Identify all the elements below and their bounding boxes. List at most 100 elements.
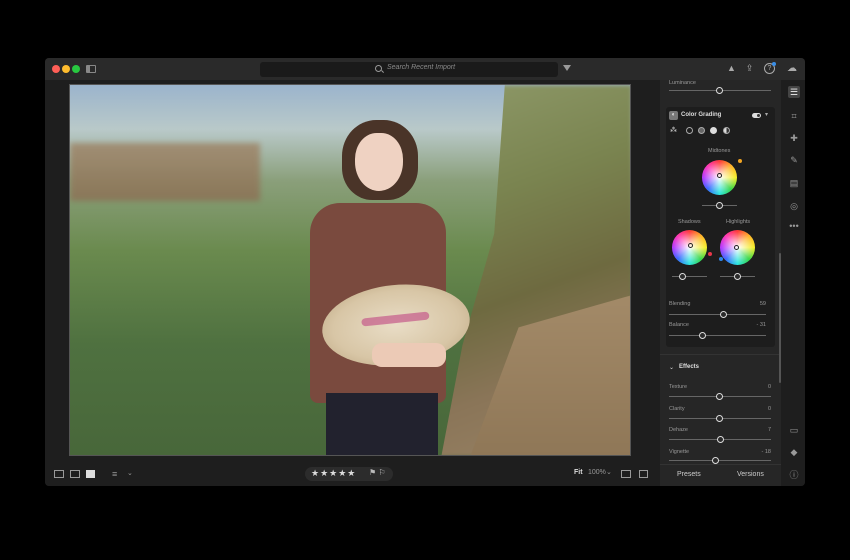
three-way-mode-icon[interactable]: ⁂ <box>670 127 677 134</box>
search-placeholder: Search Recent Import <box>387 64 456 71</box>
app-window: Search Recent Import ▲ ⇪ ? ☁ ≡ ⌄ ★★★★★ ⚑… <box>45 58 805 486</box>
vignette-slider-track[interactable] <box>669 460 771 461</box>
dehaze-value[interactable]: 7 <box>751 427 771 433</box>
midtones-mode-icon[interactable] <box>698 127 705 134</box>
midtones-luminance-knob[interactable] <box>716 202 723 209</box>
panel-scrollbar[interactable] <box>779 253 781 383</box>
highlights-hue-marker <box>719 257 723 261</box>
square-grid-icon[interactable] <box>70 470 80 478</box>
radial-icon[interactable]: ◎ <box>788 200 800 212</box>
shadows-color-wheel[interactable] <box>672 230 707 265</box>
highlights-luminance-knob[interactable] <box>734 273 741 280</box>
rating-flag-group: ★★★★★ ⚑ ⚐ <box>305 467 393 481</box>
shadows-luminance-knob[interactable] <box>679 273 686 280</box>
more-icon[interactable]: ••• <box>788 220 800 232</box>
texture-slider-knob[interactable] <box>716 393 723 400</box>
balance-value[interactable]: - 31 <box>746 322 766 328</box>
clarity-label: Clarity <box>669 406 685 412</box>
global-mode-icon[interactable] <box>723 127 730 134</box>
clarity-value[interactable]: 0 <box>751 406 771 412</box>
highlights-color-wheel[interactable] <box>720 230 755 265</box>
color-grading-icon: ◐ <box>669 111 678 120</box>
close-window-button[interactable] <box>52 65 60 73</box>
comment-icon[interactable]: ▭ <box>788 424 800 436</box>
filter-icon[interactable] <box>563 65 571 71</box>
dehaze-slider-knob[interactable] <box>717 436 724 443</box>
tool-rail: ☰ ⌗ ✚ ✎ ▤ ◎ ••• ▭ ◆ ⓘ <box>783 80 805 486</box>
effects-title[interactable]: Effects <box>679 364 699 370</box>
color-grading-title[interactable]: Color Grading <box>681 112 721 118</box>
balance-slider-track[interactable] <box>669 335 766 336</box>
bottom-toolbar: ≡ ⌄ ★★★★★ ⚑ ⚐ Fit 100% ⌄ <box>45 462 655 486</box>
vignette-value[interactable]: - 18 <box>751 449 771 455</box>
info-icon[interactable]: ⓘ <box>788 469 800 481</box>
sidebar-toggle-icon[interactable] <box>86 65 96 73</box>
effects-chevron-icon[interactable]: ⌄ <box>669 364 674 371</box>
highlights-mode-icon[interactable] <box>710 127 717 134</box>
midtones-color-wheel[interactable] <box>702 160 737 195</box>
photo-background-hill <box>70 143 260 201</box>
midtones-label: Midtones <box>708 148 731 154</box>
search-input[interactable]: Search Recent Import <box>260 62 558 77</box>
title-bar: Search Recent Import ▲ ⇪ ? ☁ <box>45 58 805 80</box>
blending-slider-knob[interactable] <box>720 311 727 318</box>
chevron-down-icon[interactable]: ⌄ <box>127 470 135 478</box>
tab-versions[interactable]: Versions <box>737 471 764 478</box>
blending-slider-track[interactable] <box>669 314 766 315</box>
shadows-mode-icon[interactable] <box>686 127 693 134</box>
blending-label: Blending <box>669 301 691 307</box>
search-icon <box>375 65 382 72</box>
tag-icon[interactable]: ◆ <box>788 446 800 458</box>
texture-value[interactable]: 0 <box>751 384 771 390</box>
brush-icon[interactable]: ✎ <box>788 154 800 166</box>
gradient-icon[interactable]: ▤ <box>788 177 800 189</box>
tab-presets[interactable]: Presets <box>677 471 701 478</box>
dehaze-label: Dehaze <box>669 427 688 433</box>
midtones-hue-marker <box>738 159 742 163</box>
highlights-wheel-handle[interactable] <box>734 245 739 250</box>
highlights-label: Highlights <box>726 219 751 225</box>
healing-icon[interactable]: ✚ <box>788 132 800 144</box>
minimize-window-button[interactable] <box>62 65 70 73</box>
star-rating[interactable]: ★★★★★ <box>311 468 356 479</box>
shadows-wheel-handle[interactable] <box>688 243 693 248</box>
grid-view-icon[interactable] <box>54 470 64 478</box>
sort-icon[interactable]: ≡ <box>112 470 122 479</box>
luminance-label: Luminance <box>669 80 696 86</box>
midtones-wheel-handle[interactable] <box>717 173 722 178</box>
compare-icon[interactable] <box>621 470 631 478</box>
shadows-label: Shadows <box>678 219 701 225</box>
zoom-window-button[interactable] <box>72 65 80 73</box>
detail-view-icon[interactable] <box>86 470 95 478</box>
luminance-slider-knob[interactable] <box>716 87 723 94</box>
edit-panel: Luminance ◐ Color Grading ▾ ⁂ Midtones S… <box>660 80 781 464</box>
color-grading-toggle[interactable] <box>752 113 761 118</box>
blending-value[interactable]: 59 <box>746 301 766 307</box>
balance-label: Balance <box>669 322 689 328</box>
notification-dot <box>772 62 776 66</box>
crop-icon[interactable]: ⌗ <box>788 110 800 122</box>
flag-icons[interactable]: ⚑ ⚐ <box>369 468 386 477</box>
photo-subject-hands <box>372 343 446 367</box>
share-icon[interactable]: ⇪ <box>744 63 755 74</box>
zoom-level[interactable]: 100% <box>588 469 606 476</box>
bell-icon[interactable]: ▲ <box>726 63 737 74</box>
fit-zoom-button[interactable]: Fit <box>574 469 583 476</box>
photo-canvas[interactable] <box>69 84 631 456</box>
color-grading-section: ◐ Color Grading ▾ ⁂ Midtones Shadows Hig… <box>666 107 775 347</box>
section-divider <box>660 354 781 355</box>
photo-subject-skirt <box>326 393 438 455</box>
balance-slider-knob[interactable] <box>699 332 706 339</box>
shadows-luminance-track[interactable] <box>672 276 707 277</box>
split-view-icon[interactable] <box>639 470 648 478</box>
texture-label: Texture <box>669 384 688 390</box>
panel-tabs: Presets Versions <box>660 464 781 486</box>
section-menu-icon[interactable]: ▾ <box>765 111 768 118</box>
vignette-slider-knob[interactable] <box>712 457 719 464</box>
cloud-icon[interactable]: ☁ <box>786 63 798 74</box>
clarity-slider-knob[interactable] <box>716 415 723 422</box>
sliders-icon[interactable]: ☰ <box>788 86 800 98</box>
zoom-chevron-icon[interactable]: ⌄ <box>606 468 612 476</box>
photo-subject-face <box>355 133 403 191</box>
vignette-label: Vignette <box>669 449 690 455</box>
